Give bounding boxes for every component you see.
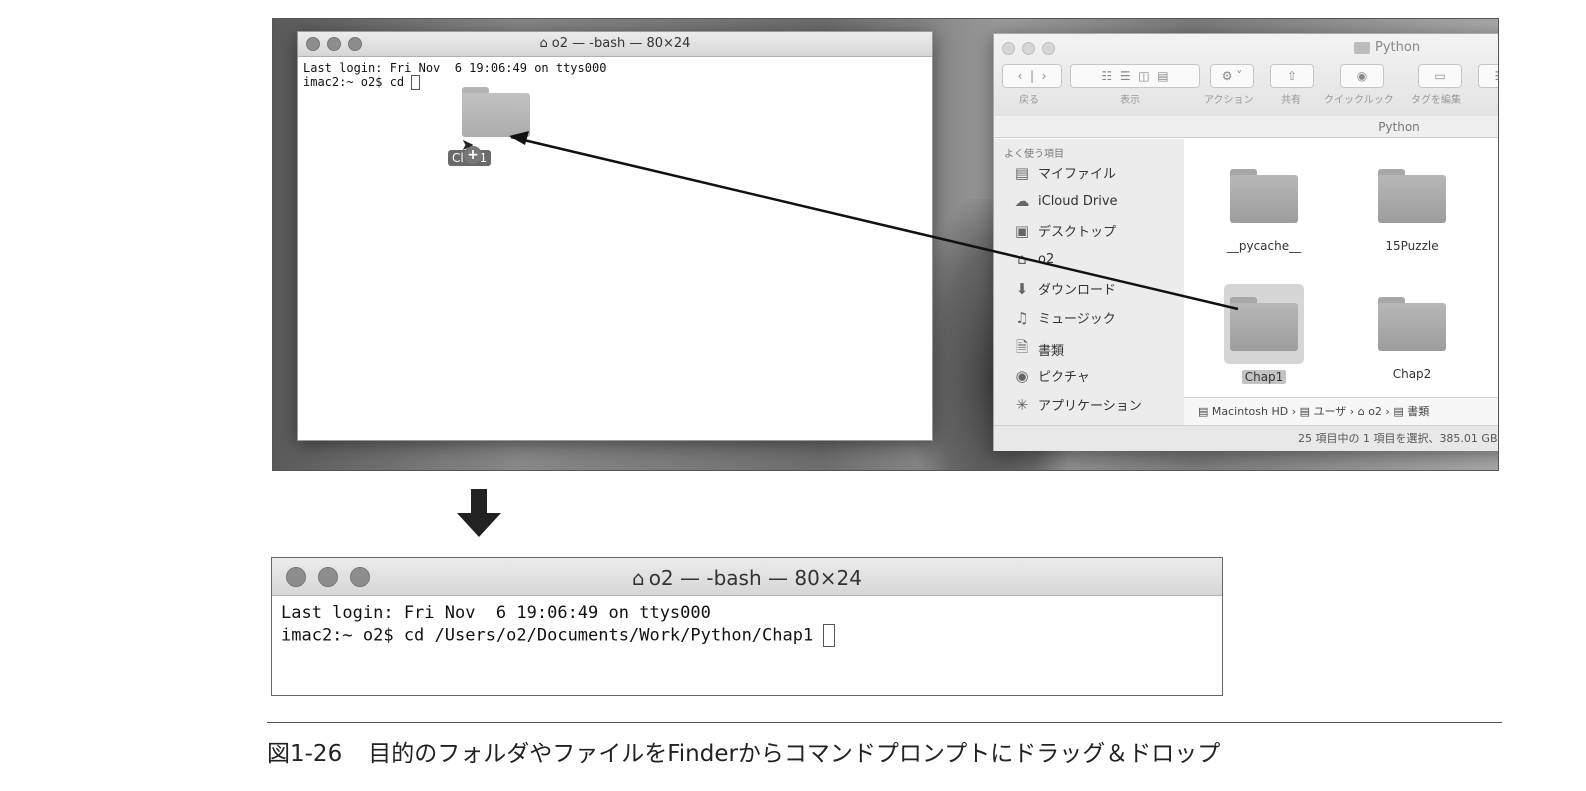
terminal-output[interactable]: Last login: Fri Nov 6 19:06:49 on ttys00… — [281, 602, 1222, 647]
terminal-title: ⌂ o2 — -bash — 80×24 — [272, 566, 1222, 590]
terminal-window-result[interactable]: ⌂ o2 — -bash — 80×24 Last login: Fri Nov … — [271, 557, 1223, 696]
terminal-prompt-line[interactable]: imac2:~ o2$ cd /Users/o2/Documents/Work/… — [281, 624, 1222, 647]
down-arrow-icon — [457, 489, 501, 537]
terminal-title-text: o2 — -bash — 80×24 — [648, 566, 862, 590]
caption-rule — [267, 722, 1502, 723]
figure-number: 図1-26 — [267, 741, 343, 767]
drag-arrow — [509, 131, 1239, 311]
desktop-screenshot: ⌂ o2 — -bash — 80×24 Last login: Fri Nov … — [272, 18, 1499, 471]
text-cursor — [823, 624, 836, 647]
terminal-line: Last login: Fri Nov 6 19:06:49 on ttys00… — [281, 603, 711, 623]
figure-caption-text: 目的のフォルダやファイルをFinderからコマンドプロンプトにドラッグ＆ドロップ — [368, 741, 1221, 767]
home-icon: ⌂ — [631, 566, 645, 590]
terminal-titlebar[interactable]: ⌂ o2 — -bash — 80×24 — [272, 558, 1222, 596]
terminal-command: imac2:~ o2$ cd /Users/o2/Documents/Work/… — [281, 625, 824, 646]
figure-caption: 図1-26 目的のフォルダやファイルをFinderからコマンドプロンプトにドラッグ… — [267, 734, 1220, 768]
